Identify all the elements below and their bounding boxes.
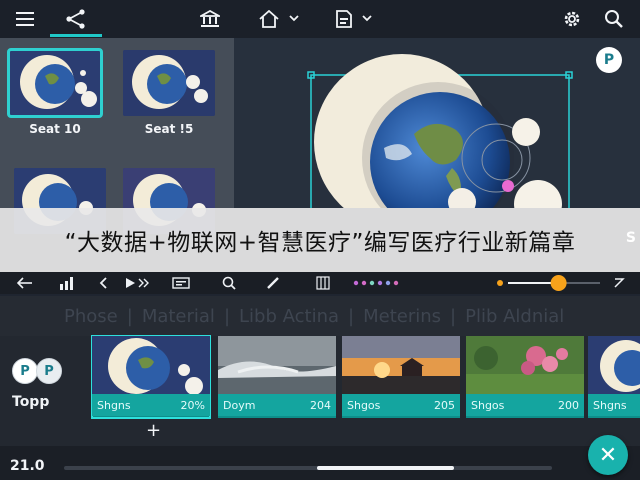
caption-banner: “大数据+物联网+智慧医疗”编写医疗行业新篇章 S (0, 208, 640, 272)
tab-libb-actina[interactable]: Libb Actina (239, 306, 339, 327)
banner-edge-text: S (625, 230, 636, 246)
flowers-clip-thumbnail (466, 336, 584, 394)
tab-separator: | (223, 305, 231, 327)
bottom-bar: 21.0 (0, 446, 640, 480)
tab-separator: | (450, 305, 457, 327)
banner-title: “大数据+物联网+智慧医疗”编写医疗行业新篇章 (64, 230, 576, 256)
clip-value: 205 (434, 398, 455, 412)
timeline-clip[interactable]: Doym 204 (218, 336, 336, 418)
clip-info-bar: Shgos 200 (466, 394, 584, 416)
earth-slide-artwork (307, 54, 573, 208)
menu-icon[interactable] (10, 0, 40, 38)
clip-name: Doym (223, 398, 256, 412)
clip-value: 204 (310, 398, 331, 412)
add-clip-button[interactable]: + (146, 420, 161, 441)
clip-name: Shgos (471, 398, 505, 412)
timeline-clip[interactable]: Shgns 20% (91, 335, 211, 419)
search-icon[interactable] (600, 0, 628, 38)
tab-material[interactable]: Material (142, 306, 215, 327)
color-dots-icon[interactable] (352, 272, 400, 294)
clip-value: 20% (180, 398, 205, 412)
scrollbar-thumb[interactable] (316, 466, 454, 470)
slide-label: Seat !5 (144, 122, 194, 136)
expand-arrow-icon[interactable] (608, 272, 630, 294)
earth-illustration (9, 50, 101, 116)
clip-name: Shgns (97, 398, 131, 412)
edit-toolbar (0, 272, 640, 294)
clip-info-bar: Shgos 205 (342, 394, 460, 416)
clip-info-bar: Doym 204 (218, 394, 336, 416)
signal-bars-icon[interactable] (56, 272, 78, 294)
presenter-badge[interactable]: P (596, 47, 622, 73)
earth-clip-thumbnail (92, 336, 210, 394)
slide-thumbnail-1[interactable] (7, 48, 103, 118)
avatar[interactable]: P (12, 358, 38, 384)
current-time: 21.0 (10, 458, 45, 474)
waves-clip-thumbnail (218, 336, 336, 394)
clip-value: 200 (558, 398, 579, 412)
pencil-icon[interactable] (262, 272, 284, 294)
share-icon[interactable] (58, 0, 94, 38)
bank-icon[interactable] (196, 0, 224, 38)
home-dropdown[interactable] (256, 0, 304, 38)
track-label: Topp (12, 394, 50, 410)
timeline-clip[interactable]: Shgos 205 (342, 336, 460, 418)
timeline-panel: P P Topp + Shgns 20% Doym 204 Shgos 205 … (0, 335, 640, 446)
tab-separator: | (348, 305, 355, 327)
slide-thumbnail-2[interactable] (123, 50, 215, 116)
caption-box-icon[interactable] (170, 272, 192, 294)
file-dropdown[interactable] (332, 0, 378, 38)
opacity-slider[interactable] (494, 272, 604, 294)
tab-meterins[interactable]: Meterins (363, 306, 441, 327)
tab-row: Phose | Material | Libb Actina | Meterin… (0, 296, 640, 336)
tab-separator: | (126, 305, 133, 327)
app-window: Seat 10 Seat !5 P “大数据+物联网+智慧医疗”编写医疗行业新篇… (0, 0, 640, 480)
top-toolbar (0, 0, 640, 38)
avatar[interactable]: P (36, 358, 62, 384)
clip-info-bar: Shgns (588, 394, 640, 416)
clip-name: Shgns (593, 398, 627, 412)
columns-icon[interactable] (312, 272, 334, 294)
tab-phose[interactable]: Phose (64, 306, 118, 327)
chevron-left-icon[interactable] (94, 272, 112, 294)
timeline-clip[interactable]: Shgos 200 (466, 336, 584, 418)
clip-info-bar: Shgns 20% (92, 394, 210, 416)
close-icon[interactable]: ✕ (588, 435, 628, 475)
timeline-scrollbar[interactable] (64, 466, 552, 470)
slide-label: Seat 10 (29, 122, 81, 136)
earth-illustration (123, 50, 215, 116)
earth-clip-thumbnail (588, 336, 640, 394)
sunset-clip-thumbnail (342, 336, 460, 394)
slides-sidebar: Seat 10 Seat !5 (0, 38, 234, 234)
active-tab-indicator (50, 34, 102, 37)
play-forward-icon[interactable] (122, 272, 156, 294)
back-arrow-icon[interactable] (14, 272, 36, 294)
timeline-clip[interactable]: Shgns (588, 336, 640, 418)
tab-plib-aldnial[interactable]: Plib Aldnial (465, 306, 564, 327)
zoom-icon[interactable] (218, 272, 240, 294)
clip-name: Shgos (347, 398, 381, 412)
gear-icon[interactable] (558, 0, 586, 38)
slide-canvas[interactable]: P (234, 38, 640, 208)
